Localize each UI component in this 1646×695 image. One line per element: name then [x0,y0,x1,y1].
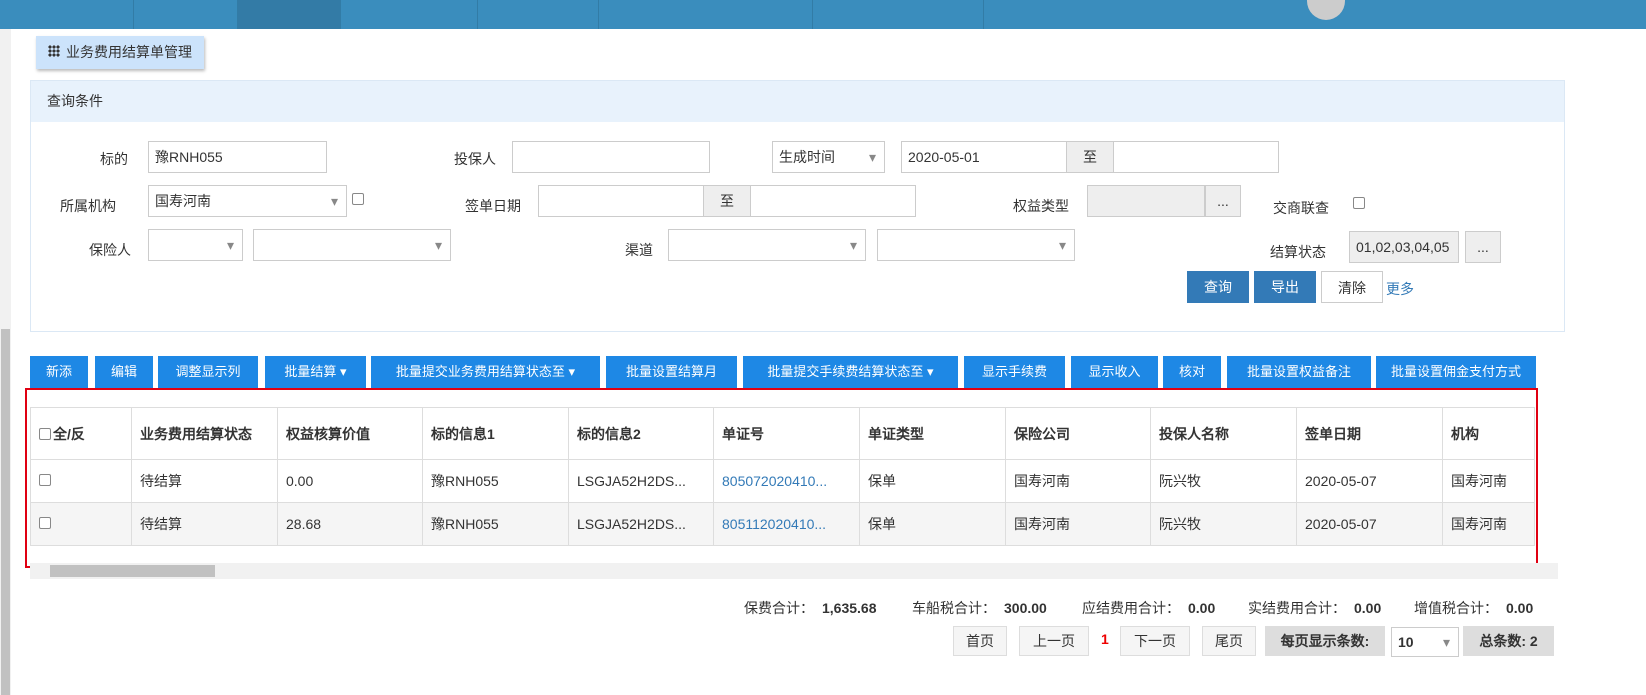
nav-item[interactable] [599,0,813,29]
horizontal-scrollbar[interactable] [30,563,1558,579]
to-addon: 至 [703,185,751,217]
sign-date-label: 签单日期 [465,198,521,214]
sign-to-input[interactable] [750,185,916,217]
status-picker-button[interactable]: ... [1465,231,1501,263]
nav-item[interactable] [134,0,238,29]
nav-item[interactable] [341,0,478,29]
vertical-scrollbar[interactable] [0,29,11,695]
batch-equity-note-button[interactable]: 批量设置权益备注 [1227,356,1371,388]
channel-label: 渠道 [625,242,653,258]
export-button[interactable]: 导出 [1254,271,1316,303]
current-page: 1 [1101,631,1109,647]
channel-select-2[interactable] [877,229,1075,261]
insurer-select-1[interactable] [148,229,243,261]
highlight-box [25,388,1538,568]
date-to-input[interactable] [1113,141,1279,173]
search-button[interactable]: 查询 [1187,271,1249,303]
subject-input[interactable]: 豫RNH055 [148,141,327,173]
sign-from-input[interactable] [538,185,704,217]
batch-settle-dropdown[interactable]: 批量结算 ▾ [265,356,366,388]
panel-title: 查询条件 [31,81,1564,122]
equity-input[interactable] [1087,185,1205,217]
cross-check-checkbox[interactable] [1353,197,1365,209]
last-page-button[interactable]: 尾页 [1202,626,1256,656]
show-income-button[interactable]: 显示收入 [1071,356,1158,388]
insurer-select-2[interactable] [253,229,451,261]
per-page-select[interactable]: 10 [1391,627,1459,657]
prev-page-button[interactable]: 上一页 [1019,626,1089,656]
to-addon: 至 [1066,141,1114,173]
per-page-label: 每页显示条数: [1265,626,1385,656]
channel-select-1[interactable] [668,229,866,261]
subject-label: 标的 [100,151,128,167]
nav-item-active[interactable] [238,0,341,29]
nav-item[interactable] [813,0,984,29]
nav-item[interactable] [478,0,599,29]
batch-payment-method-button[interactable]: 批量设置佣金支付方式 [1376,356,1536,388]
org-select[interactable]: 国寿河南 [148,185,347,217]
batch-submit-fee-status-dropdown[interactable]: 批量提交手续费结算状态至 ▾ [743,356,958,388]
org-checkbox[interactable] [352,193,364,205]
add-button[interactable]: 新添 [30,356,88,388]
first-page-button[interactable]: 首页 [953,626,1007,656]
status-input[interactable]: 01,02,03,04,05 [1349,231,1459,263]
verify-button[interactable]: 核对 [1163,356,1221,388]
org-label: 所属机构 [60,198,116,214]
batch-set-month-button[interactable]: 批量设置结算月 [606,356,737,388]
clear-button[interactable]: 清除 [1321,271,1383,303]
avatar[interactable] [1307,0,1345,20]
show-fee-button[interactable]: 显示手续费 [964,356,1065,388]
applicant-input[interactable] [512,141,710,173]
next-page-button[interactable]: 下一页 [1120,626,1190,656]
top-nav [0,0,1646,29]
date-from-input[interactable]: 2020-05-01 [901,141,1067,173]
adjust-columns-button[interactable]: 调整显示列 [158,356,258,388]
applicant-label: 投保人 [454,151,496,167]
cross-check-label: 交商联查 [1273,200,1329,216]
equity-label: 权益类型 [1013,198,1069,214]
page-tab[interactable]: 业务费用结算单管理 [36,36,204,69]
more-link[interactable]: 更多 [1386,279,1414,299]
equity-picker-button[interactable]: ... [1205,185,1241,217]
status-label: 结算状态 [1270,244,1326,260]
batch-submit-status-dropdown[interactable]: 批量提交业务费用结算状态至 ▾ [371,356,600,388]
total-count: 总条数: 2 [1463,626,1554,656]
time-type-select[interactable]: 生成时间 [772,141,885,173]
insurer-label: 保险人 [89,242,131,258]
grid-icon [48,45,60,57]
edit-button[interactable]: 编辑 [95,356,153,388]
nav-item[interactable] [0,0,134,29]
